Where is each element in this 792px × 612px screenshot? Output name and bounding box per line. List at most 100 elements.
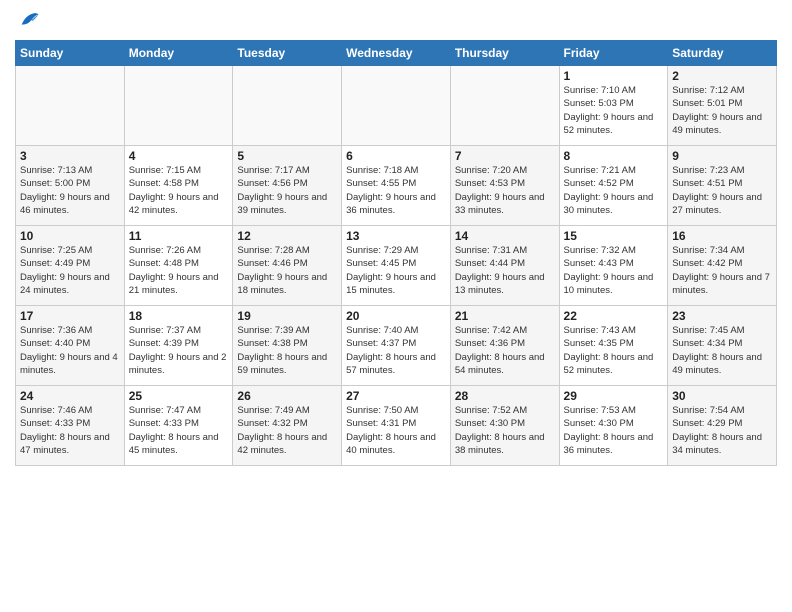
calendar-cell: 24Sunrise: 7:46 AM Sunset: 4:33 PM Dayli… [16, 386, 125, 466]
day-number: 30 [672, 389, 772, 403]
header-row: SundayMondayTuesdayWednesdayThursdayFrid… [16, 41, 777, 66]
day-info: Sunrise: 7:31 AM Sunset: 4:44 PM Dayligh… [455, 244, 555, 297]
day-info: Sunrise: 7:26 AM Sunset: 4:48 PM Dayligh… [129, 244, 229, 297]
day-number: 10 [20, 229, 120, 243]
day-number: 15 [564, 229, 664, 243]
day-info: Sunrise: 7:23 AM Sunset: 4:51 PM Dayligh… [672, 164, 772, 217]
header [15, 10, 777, 32]
day-number: 1 [564, 69, 664, 83]
day-info: Sunrise: 7:45 AM Sunset: 4:34 PM Dayligh… [672, 324, 772, 377]
day-info: Sunrise: 7:53 AM Sunset: 4:30 PM Dayligh… [564, 404, 664, 457]
day-info: Sunrise: 7:17 AM Sunset: 4:56 PM Dayligh… [237, 164, 337, 217]
day-number: 13 [346, 229, 446, 243]
day-info: Sunrise: 7:39 AM Sunset: 4:38 PM Dayligh… [237, 324, 337, 377]
day-info: Sunrise: 7:18 AM Sunset: 4:55 PM Dayligh… [346, 164, 446, 217]
day-number: 21 [455, 309, 555, 323]
calendar-cell: 10Sunrise: 7:25 AM Sunset: 4:49 PM Dayli… [16, 226, 125, 306]
day-info: Sunrise: 7:54 AM Sunset: 4:29 PM Dayligh… [672, 404, 772, 457]
calendar-cell: 25Sunrise: 7:47 AM Sunset: 4:33 PM Dayli… [124, 386, 233, 466]
day-number: 22 [564, 309, 664, 323]
calendar-cell [233, 66, 342, 146]
day-number: 20 [346, 309, 446, 323]
calendar-cell: 9Sunrise: 7:23 AM Sunset: 4:51 PM Daylig… [668, 146, 777, 226]
calendar-cell: 27Sunrise: 7:50 AM Sunset: 4:31 PM Dayli… [342, 386, 451, 466]
day-number: 9 [672, 149, 772, 163]
day-number: 14 [455, 229, 555, 243]
day-info: Sunrise: 7:32 AM Sunset: 4:43 PM Dayligh… [564, 244, 664, 297]
day-info: Sunrise: 7:25 AM Sunset: 4:49 PM Dayligh… [20, 244, 120, 297]
calendar-cell: 18Sunrise: 7:37 AM Sunset: 4:39 PM Dayli… [124, 306, 233, 386]
weekday-header-wednesday: Wednesday [342, 41, 451, 66]
day-info: Sunrise: 7:34 AM Sunset: 4:42 PM Dayligh… [672, 244, 772, 297]
calendar-cell [16, 66, 125, 146]
day-number: 17 [20, 309, 120, 323]
weekday-header-thursday: Thursday [450, 41, 559, 66]
calendar-cell [342, 66, 451, 146]
day-number: 18 [129, 309, 229, 323]
day-number: 8 [564, 149, 664, 163]
day-info: Sunrise: 7:13 AM Sunset: 5:00 PM Dayligh… [20, 164, 120, 217]
day-number: 7 [455, 149, 555, 163]
calendar-cell: 15Sunrise: 7:32 AM Sunset: 4:43 PM Dayli… [559, 226, 668, 306]
week-row-5: 24Sunrise: 7:46 AM Sunset: 4:33 PM Dayli… [16, 386, 777, 466]
main-container: SundayMondayTuesdayWednesdayThursdayFrid… [0, 0, 792, 476]
calendar-cell: 30Sunrise: 7:54 AM Sunset: 4:29 PM Dayli… [668, 386, 777, 466]
day-info: Sunrise: 7:47 AM Sunset: 4:33 PM Dayligh… [129, 404, 229, 457]
logo-bird-icon [18, 10, 40, 32]
calendar-table: SundayMondayTuesdayWednesdayThursdayFrid… [15, 40, 777, 466]
calendar-cell: 20Sunrise: 7:40 AM Sunset: 4:37 PM Dayli… [342, 306, 451, 386]
day-info: Sunrise: 7:20 AM Sunset: 4:53 PM Dayligh… [455, 164, 555, 217]
calendar-cell: 29Sunrise: 7:53 AM Sunset: 4:30 PM Dayli… [559, 386, 668, 466]
weekday-header-saturday: Saturday [668, 41, 777, 66]
calendar-cell: 6Sunrise: 7:18 AM Sunset: 4:55 PM Daylig… [342, 146, 451, 226]
day-number: 2 [672, 69, 772, 83]
week-row-1: 1Sunrise: 7:10 AM Sunset: 5:03 PM Daylig… [16, 66, 777, 146]
day-number: 26 [237, 389, 337, 403]
day-number: 6 [346, 149, 446, 163]
calendar-cell: 7Sunrise: 7:20 AM Sunset: 4:53 PM Daylig… [450, 146, 559, 226]
day-info: Sunrise: 7:29 AM Sunset: 4:45 PM Dayligh… [346, 244, 446, 297]
calendar-cell: 8Sunrise: 7:21 AM Sunset: 4:52 PM Daylig… [559, 146, 668, 226]
day-number: 24 [20, 389, 120, 403]
calendar-cell [450, 66, 559, 146]
weekday-header-friday: Friday [559, 41, 668, 66]
day-info: Sunrise: 7:12 AM Sunset: 5:01 PM Dayligh… [672, 84, 772, 137]
day-info: Sunrise: 7:50 AM Sunset: 4:31 PM Dayligh… [346, 404, 446, 457]
week-row-3: 10Sunrise: 7:25 AM Sunset: 4:49 PM Dayli… [16, 226, 777, 306]
calendar-cell: 22Sunrise: 7:43 AM Sunset: 4:35 PM Dayli… [559, 306, 668, 386]
day-number: 12 [237, 229, 337, 243]
weekday-header-sunday: Sunday [16, 41, 125, 66]
calendar-cell: 17Sunrise: 7:36 AM Sunset: 4:40 PM Dayli… [16, 306, 125, 386]
day-number: 19 [237, 309, 337, 323]
day-info: Sunrise: 7:21 AM Sunset: 4:52 PM Dayligh… [564, 164, 664, 217]
calendar-cell: 1Sunrise: 7:10 AM Sunset: 5:03 PM Daylig… [559, 66, 668, 146]
day-number: 11 [129, 229, 229, 243]
calendar-cell: 26Sunrise: 7:49 AM Sunset: 4:32 PM Dayli… [233, 386, 342, 466]
calendar-cell: 21Sunrise: 7:42 AM Sunset: 4:36 PM Dayli… [450, 306, 559, 386]
day-info: Sunrise: 7:15 AM Sunset: 4:58 PM Dayligh… [129, 164, 229, 217]
day-number: 28 [455, 389, 555, 403]
day-number: 29 [564, 389, 664, 403]
logo [15, 14, 40, 32]
calendar-cell: 16Sunrise: 7:34 AM Sunset: 4:42 PM Dayli… [668, 226, 777, 306]
day-info: Sunrise: 7:43 AM Sunset: 4:35 PM Dayligh… [564, 324, 664, 377]
day-info: Sunrise: 7:49 AM Sunset: 4:32 PM Dayligh… [237, 404, 337, 457]
calendar-cell: 28Sunrise: 7:52 AM Sunset: 4:30 PM Dayli… [450, 386, 559, 466]
week-row-4: 17Sunrise: 7:36 AM Sunset: 4:40 PM Dayli… [16, 306, 777, 386]
calendar-cell: 3Sunrise: 7:13 AM Sunset: 5:00 PM Daylig… [16, 146, 125, 226]
day-info: Sunrise: 7:10 AM Sunset: 5:03 PM Dayligh… [564, 84, 664, 137]
week-row-2: 3Sunrise: 7:13 AM Sunset: 5:00 PM Daylig… [16, 146, 777, 226]
weekday-header-monday: Monday [124, 41, 233, 66]
calendar-cell: 13Sunrise: 7:29 AM Sunset: 4:45 PM Dayli… [342, 226, 451, 306]
day-number: 25 [129, 389, 229, 403]
day-info: Sunrise: 7:37 AM Sunset: 4:39 PM Dayligh… [129, 324, 229, 377]
calendar-cell: 14Sunrise: 7:31 AM Sunset: 4:44 PM Dayli… [450, 226, 559, 306]
calendar-cell: 19Sunrise: 7:39 AM Sunset: 4:38 PM Dayli… [233, 306, 342, 386]
weekday-header-tuesday: Tuesday [233, 41, 342, 66]
day-info: Sunrise: 7:40 AM Sunset: 4:37 PM Dayligh… [346, 324, 446, 377]
day-number: 5 [237, 149, 337, 163]
day-number: 3 [20, 149, 120, 163]
day-info: Sunrise: 7:42 AM Sunset: 4:36 PM Dayligh… [455, 324, 555, 377]
calendar-cell: 5Sunrise: 7:17 AM Sunset: 4:56 PM Daylig… [233, 146, 342, 226]
calendar-cell: 12Sunrise: 7:28 AM Sunset: 4:46 PM Dayli… [233, 226, 342, 306]
